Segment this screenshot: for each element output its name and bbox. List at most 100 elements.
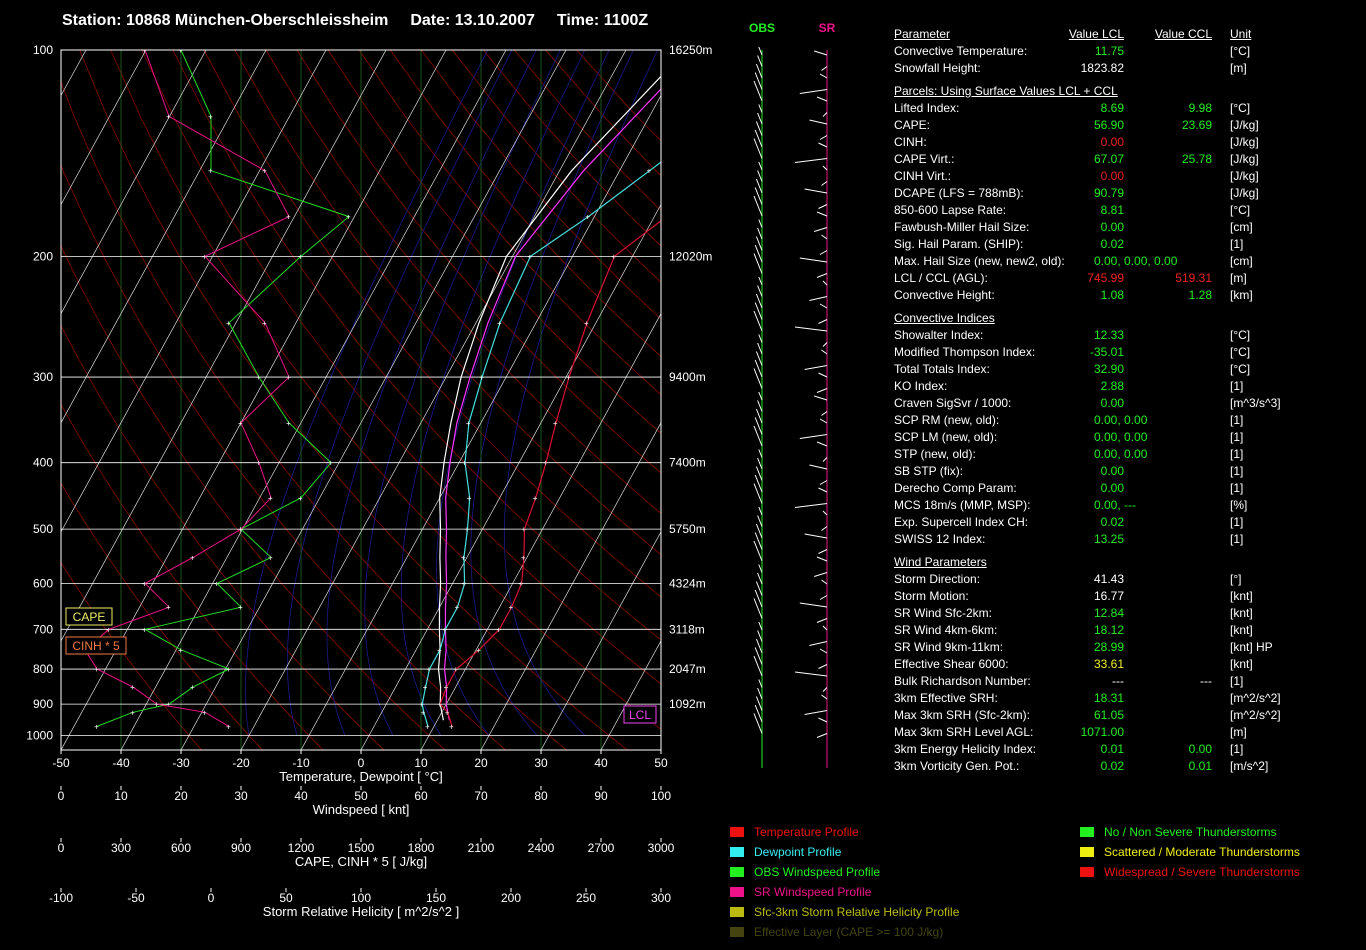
param-unit: [knt] [1230, 606, 1253, 620]
param-label: Max 3km SRH Level AGL: [894, 725, 1034, 739]
obs-windspeed-line-point: + [208, 112, 213, 121]
param-value-lcl: 0.00 [1100, 220, 1124, 234]
dry-adiabat [61, 324, 385, 750]
param-value-lcl: 1823.82 [1080, 61, 1124, 75]
dry-adiabat [61, 403, 324, 750]
param-row: CINH: 0.00 [J/kg] [894, 134, 1364, 151]
sr-wind-barb [821, 66, 828, 71]
dewpoint-line-point: + [425, 722, 430, 731]
dewpoint-line-point: + [815, 46, 820, 55]
param-label: STP (new, old): [894, 447, 976, 461]
param-label: SR Wind 4km-6km: [894, 623, 998, 637]
obs-wind-barb [757, 285, 763, 297]
param-section-title: Wind Parameters [894, 555, 987, 569]
legend-label: Effective Layer (CAPE >= 100 J/kg) [754, 925, 944, 939]
sr-wind-barb [822, 457, 828, 462]
obs-wind-barb [757, 227, 763, 240]
obs-wind-barb [755, 408, 763, 424]
param-value-lcl: 2.88 [1100, 379, 1124, 393]
param-value-lcl: 0.00 [1100, 396, 1124, 410]
param-label: SCP LM (new, old): [894, 430, 998, 444]
param-label: DCAPE (LFS = 788mB): [894, 186, 1024, 200]
param-row: CINH Virt.: 0.00 [J/kg] [894, 168, 1364, 185]
dewpoint-line-point: + [466, 419, 471, 428]
temperature-line-point: + [838, 112, 843, 121]
axis2-tick-label: 100 [351, 891, 371, 905]
param-unit: [1] [1230, 447, 1244, 461]
param-unit: [m/s^2] [1230, 759, 1269, 773]
param-unit: [J/kg] [1230, 135, 1259, 149]
param-value-lcl: 90.79 [1093, 186, 1124, 200]
param-value-lcl: 0.00, 0.00 [1094, 413, 1148, 427]
param-unit: [1] [1230, 481, 1244, 495]
sr-windspeed-line [84, 50, 290, 727]
pressure-tick-label: 500 [33, 522, 53, 536]
temperature-line-point: + [476, 646, 481, 655]
sr-wind-barb [809, 296, 828, 301]
dry-adiabat [265, 50, 661, 514]
param-label: Bulk Richardson Number: [894, 674, 1031, 688]
pressure-tick-label: 300 [33, 370, 53, 384]
parameter-table: Parameter Value LCL Value CCL Unit Conve… [894, 26, 1364, 775]
param-value-lcl: 18.31 [1093, 691, 1124, 705]
skewed-isotherm [300, 94, 661, 750]
pressure-tick-label: 600 [33, 576, 53, 590]
temperature-line-point: + [519, 579, 524, 588]
height-label: 4324m [669, 576, 706, 590]
dewpoint-line-point: + [419, 700, 424, 709]
sr-wind-barb [814, 572, 828, 577]
sr-wind-barb [816, 733, 828, 738]
param-row: STP (new, old): 0.00, 0.00 [1] [894, 446, 1364, 463]
param-label: 3km Vorticity Gen. Pot.: [894, 759, 1020, 773]
sr-wind-barb [814, 50, 828, 56]
param-label: 3km Energy Helicity Index: [894, 742, 1037, 756]
skewed-isotherm [480, 422, 661, 750]
sr-wind-barb [818, 487, 828, 493]
sr-wind-barb [809, 119, 828, 125]
legend-swatch [730, 887, 744, 897]
param-row: KO Index: 2.88 [1] [894, 378, 1364, 395]
axis2-tick-label: 0 [58, 789, 65, 803]
dewpoint-line-point: + [421, 708, 426, 717]
param-row: Total Totals Index: 32.90 [°C] [894, 361, 1364, 378]
param-unit: [m] [1230, 61, 1247, 75]
obs-wind-barb [757, 572, 763, 585]
skewed-isotherm [240, 50, 627, 750]
height-label: 12020m [669, 249, 712, 263]
dewpoint-line-point: + [647, 167, 652, 176]
legend-profiles: Temperature Profile Dewpoint Profile OBS W… [730, 822, 959, 942]
param-row: 850-600 Lapse Rate: 8.81 [°C] [894, 202, 1364, 219]
param-unit: [%] [1230, 498, 1248, 512]
sr-windspeed-line-point: + [166, 112, 171, 121]
axis2-tick-label: -100 [49, 891, 73, 905]
obs-wind-barb [757, 342, 763, 355]
temperature-line-point: + [584, 319, 589, 328]
sr-wind-barb [821, 349, 828, 355]
obs-wind-barb [755, 638, 763, 654]
param-value-lcl: 0.01 [1100, 742, 1124, 756]
obs-wind-barb [753, 310, 763, 332]
temperature-line-point: + [454, 665, 459, 674]
dewpoint-line-point: + [467, 494, 472, 503]
param-label: Max 3km SRH (Sfc-2km): [894, 708, 1031, 722]
param-row: Storm Motion: 16.77 [knt] [894, 588, 1364, 605]
sr-windspeed-line-point: + [142, 579, 147, 588]
param-value-lcl: 0.00 [1100, 135, 1124, 149]
param-unit: [°C] [1230, 101, 1251, 115]
param-unit: [1] [1230, 430, 1244, 444]
param-value-lcl: 41.43 [1093, 572, 1124, 586]
obs-windspeed-line-point: + [238, 603, 243, 612]
sr-wind-barb [816, 273, 828, 278]
sr-wind-barb [799, 257, 828, 263]
param-row: Snowfall Height: 1823.82 [m] [894, 60, 1364, 77]
legend-label: Sfc-3km Storm Relative Helicity Profile [754, 905, 960, 919]
obs-windspeed-line-point: + [286, 419, 291, 428]
sr-windspeed-line-point: + [238, 525, 243, 534]
skewed-isotherm [61, 50, 387, 642]
param-label: SCP RM (new, old): [894, 413, 1000, 427]
sr-windspeed-line-point: + [286, 213, 291, 222]
param-unit: [m] [1230, 271, 1247, 285]
moist-adiabat [245, 50, 489, 736]
param-unit: [J/kg] [1230, 118, 1259, 132]
legend-swatch [730, 907, 744, 917]
